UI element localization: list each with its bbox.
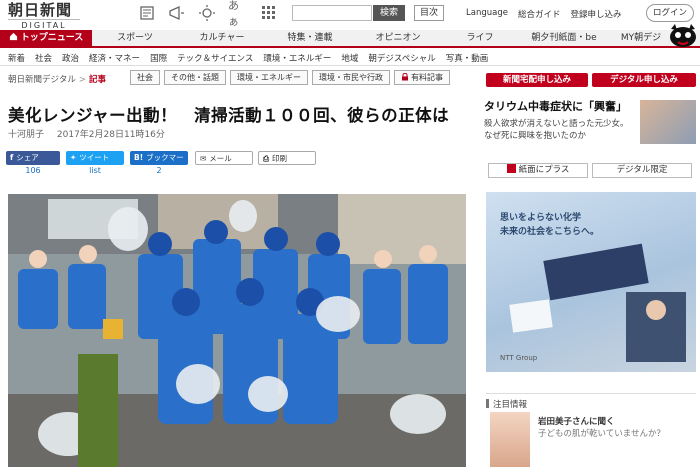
article-author: 十河朋子 <box>8 130 45 140</box>
facebook-share-button[interactable]: f シェア <box>6 151 60 165</box>
twitter-share-button[interactable]: ✦ ツイート <box>66 151 124 165</box>
cleanup-group-photo <box>8 194 466 467</box>
hatena-bookmark-count: 2 <box>156 166 162 175</box>
site-logo[interactable]: 朝日新聞 DIGITAL <box>8 2 88 30</box>
related-article-desc: 子どもの肌が乾いていませんか？ <box>538 429 665 439</box>
header-icons: あぁ <box>138 0 278 28</box>
sub-nav: 新着 社会 政治 経済・マネー 国際 テック＆サイエンス 環境・エネルギー 地域… <box>0 50 700 66</box>
login-button[interactable]: ログイン <box>646 4 694 22</box>
ad-graphic <box>509 243 686 362</box>
home-icon <box>9 32 17 41</box>
print-button[interactable]: ⎙ 印刷 <box>258 151 316 165</box>
search-button[interactable]: 検索 <box>373 5 405 21</box>
mail-share-button[interactable]: ✉ メール <box>195 151 253 165</box>
subnav-region[interactable]: 地域 <box>341 52 358 64</box>
nav-sports[interactable]: スポーツ <box>100 30 170 46</box>
nav-life[interactable]: ライフ <box>448 30 512 46</box>
section-marker-icon <box>486 399 489 408</box>
nav-paper[interactable]: 朝夕刊紙面・be <box>522 30 606 46</box>
tag-paid-label: 有料記事 <box>411 73 443 82</box>
breadcrumb-site[interactable]: 朝日新聞デジタル <box>8 75 76 85</box>
featured-news-desc: 殺人欲求が消えないと語った元少女。なぜ死に興味を抱いたのか <box>484 119 629 141</box>
digital-subscribe-button[interactable]: デジタル申し込み <box>592 73 696 87</box>
article-byline: 十河朋子 2017年2月28日11時16分 <box>8 127 175 140</box>
nav-culture[interactable]: カルチャー <box>184 30 260 46</box>
subnav-international[interactable]: 国際 <box>150 52 167 64</box>
nav-label: トップニュース <box>20 33 84 43</box>
paper-plus-button[interactable]: 紙面にプラス <box>488 163 588 178</box>
advertisement[interactable]: 思いをよらない化学 未来の社会をこちらへ。 NTT Group <box>486 192 696 372</box>
featured-news[interactable]: タリウム中毒症状に「興奮」 殺人欲求が消えないと語った元少女。なぜ死に興味を抱い… <box>484 100 634 142</box>
subnav-tech[interactable]: テック＆サイエンス <box>177 52 253 64</box>
facebook-share-count: 106 <box>25 166 41 175</box>
site-header: 朝日新聞 DIGITAL あぁ 検索 目次 Language 総合ガイド 登録申… <box>0 0 700 30</box>
toc-button[interactable]: 目次 <box>414 5 444 21</box>
logo-main-text: 朝日新聞 <box>8 1 73 19</box>
paper-subscribe-button[interactable]: 新聞宅配申し込み <box>486 73 588 87</box>
subnav-politics[interactable]: 政治 <box>62 52 79 64</box>
lock-icon <box>402 72 408 81</box>
twitter-share-label: ツイート <box>79 153 110 162</box>
subnav-environment[interactable]: 環境・エネルギー <box>263 52 331 64</box>
subnav-economy[interactable]: 経済・マネー <box>89 52 140 64</box>
article-photo <box>8 194 466 467</box>
tag-topic[interactable]: その他・話題 <box>164 70 226 85</box>
header-links: Language 総合ガイド 登録申し込み <box>466 8 621 20</box>
subnav-photo[interactable]: 写真・動画 <box>446 52 489 64</box>
newspaper-icon[interactable] <box>138 4 156 22</box>
mail-share-label: メール <box>209 154 232 163</box>
nav-top-news[interactable]: トップニュース <box>0 30 92 46</box>
subnav-society[interactable]: 社会 <box>35 52 52 64</box>
signup-link[interactable]: 登録申し込み <box>570 8 621 20</box>
mail-icon: ✉ <box>200 154 207 163</box>
facebook-share-label: シェア <box>16 153 39 162</box>
featured-info-section: 注目情報 <box>486 393 696 410</box>
megaphone-icon[interactable] <box>168 4 186 22</box>
article-tags: 社会 その他・話題 環境・エネルギー 環境・市民や行政 有料記事 <box>130 70 450 85</box>
paper-plus-icon <box>506 164 516 173</box>
search-input[interactable] <box>292 5 372 21</box>
hatena-bookmark-button[interactable]: B! ブックマーク <box>130 151 188 176</box>
facebook-icon: f <box>10 153 14 162</box>
breadcrumb-separator: > <box>78 75 86 85</box>
main-nav: トップニュース スポーツ カルチャー 特集・連載 オピニオン ライフ 朝夕刊紙面… <box>0 30 700 48</box>
article-headline: 美化レンジャー出動！ 清掃活動１００回、彼らの正体は <box>8 106 450 125</box>
subnav-special[interactable]: 朝デジスペシャル <box>368 52 435 64</box>
featured-news-image[interactable] <box>640 100 696 144</box>
related-article[interactable]: 岩田美子さんに聞く 子どもの肌が乾いていませんか？ <box>538 416 696 440</box>
twitter-share-count[interactable]: list <box>66 166 124 175</box>
tag-paid[interactable]: 有料記事 <box>394 70 450 85</box>
nav-my-asahi[interactable]: MY朝デジ <box>612 30 670 46</box>
print-label: 印刷 <box>272 154 287 163</box>
guide-link[interactable]: 総合ガイド <box>518 8 561 20</box>
related-article-image[interactable] <box>490 412 530 467</box>
tag-society[interactable]: 社会 <box>130 70 160 85</box>
tag-environment[interactable]: 環境・エネルギー <box>230 70 308 85</box>
tag-civic[interactable]: 環境・市民や行政 <box>312 70 390 85</box>
font-size-icon[interactable]: あぁ <box>228 0 248 28</box>
digital-limited-button[interactable]: デジタル限定 <box>592 163 692 178</box>
mascot-icon <box>670 24 696 47</box>
print-icon: ⎙ <box>263 154 269 163</box>
language-link[interactable]: Language <box>466 8 508 20</box>
section-label: 注目情報 <box>493 400 528 410</box>
featured-news-title: タリウム中毒症状に「興奮」 <box>484 100 627 113</box>
breadcrumb: 朝日新聞デジタル > 記事 <box>8 73 106 85</box>
paper-plus-label: 紙面にプラス <box>518 165 570 175</box>
related-article-title: 岩田美子さんに聞く <box>538 417 615 427</box>
twitter-icon: ✦ <box>70 153 77 162</box>
hatena-icon: B! <box>134 153 144 162</box>
logo-sub-text: DIGITAL <box>8 19 80 30</box>
article-date: 2017年2月28日11時16分 <box>56 130 165 140</box>
subnav-latest[interactable]: 新着 <box>8 52 25 64</box>
ad-sponsor: NTT Group <box>500 354 538 362</box>
grid-menu-icon[interactable] <box>260 4 278 22</box>
weather-icon[interactable] <box>198 4 216 22</box>
nav-opinion[interactable]: オピニオン <box>360 30 436 46</box>
breadcrumb-current: 記事 <box>88 75 106 85</box>
nav-features[interactable]: 特集・連載 <box>272 30 348 46</box>
